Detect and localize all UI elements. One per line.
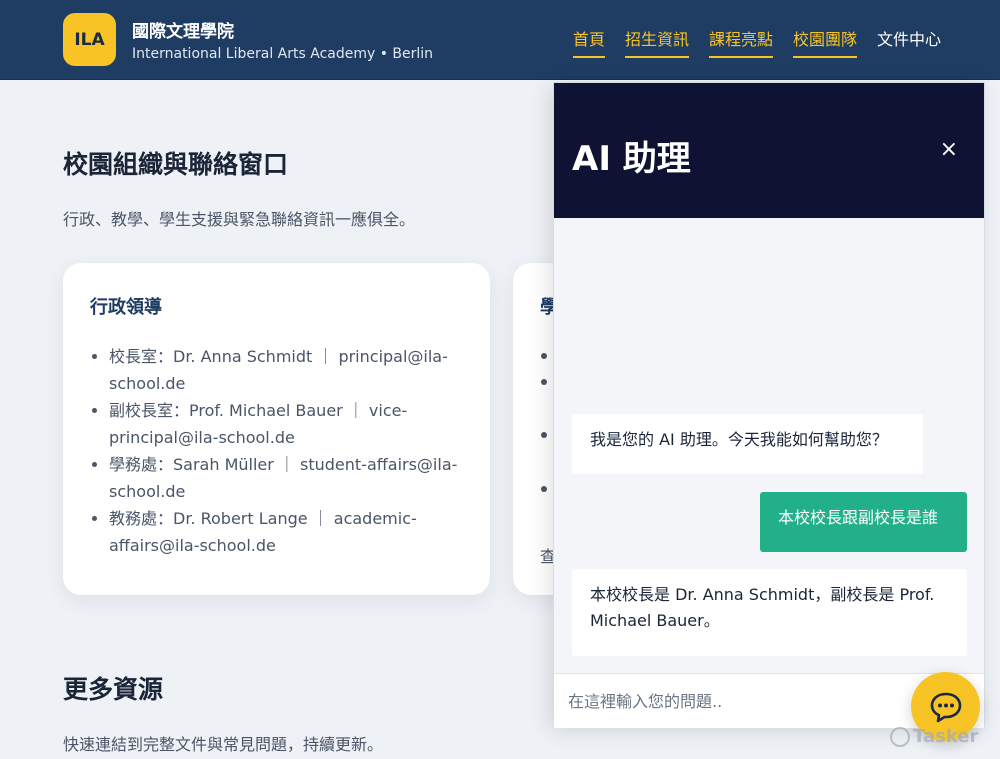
- chat-header: AI 助理 ×: [554, 83, 984, 218]
- contact-list: 校長室：Dr. Anna Schmidt ｜ principal@ila-sch…: [109, 343, 469, 559]
- bullet: [541, 379, 547, 385]
- resources-title: 更多資源: [63, 675, 164, 704]
- chat-title: AI 助理: [572, 139, 691, 179]
- list-item: 校長室：Dr. Anna Schmidt ｜ principal@ila-sch…: [109, 343, 469, 397]
- logo[interactable]: ILA: [63, 13, 116, 66]
- site-title: 國際文理學院: [132, 22, 234, 42]
- watermark-text: Tasker: [913, 726, 979, 747]
- close-icon[interactable]: ×: [940, 139, 958, 161]
- watermark: Tasker: [890, 726, 978, 747]
- list-item: 副校長室：Prof. Michael Bauer ｜ vice-principa…: [109, 397, 469, 451]
- chat-bubble-icon: [930, 692, 961, 722]
- site-subtitle: International Liberal Arts Academy • Ber…: [132, 46, 434, 62]
- ai-assistant-panel: AI 助理 × 我是您的 AI 助理。今天我能如何幫助您？ 本校校長跟副校長是誰…: [553, 82, 985, 729]
- list-item: 教務處：Dr. Robert Lange ｜ academic-affairs@…: [109, 505, 469, 559]
- section-title: 校園組織與聯絡窗口: [63, 150, 289, 179]
- nav-courses[interactable]: 課程亮點: [708, 26, 773, 58]
- card-title: 行政領導: [90, 297, 162, 318]
- nav-documents[interactable]: 文件中心: [877, 26, 941, 58]
- bot-message: 我是您的 AI 助理。今天我能如何幫助您？: [572, 414, 923, 474]
- watermark-logo-icon: [890, 726, 910, 747]
- nav-home[interactable]: 首頁: [572, 26, 605, 58]
- user-message: 本校校長跟副校長是誰: [760, 492, 967, 552]
- section-description: 行政、教學、學生支援與緊急聯絡資訊一應俱全。: [63, 210, 416, 229]
- list-item: 學務處：Sarah Müller ｜ student-affairs@ila-s…: [109, 451, 469, 505]
- admin-leadership-card: 行政領導 校長室：Dr. Anna Schmidt ｜ principal@il…: [63, 263, 490, 595]
- bullet: [541, 353, 547, 359]
- bot-message: 本校校長是 Dr. Anna Schmidt，副校長是 Prof. Michae…: [572, 569, 967, 656]
- nav-admissions[interactable]: 招生資訊: [624, 26, 689, 58]
- site-header: ILA 國際文理學院 International Liberal Arts Ac…: [0, 0, 1000, 80]
- main-nav: 首頁 招生資訊 課程亮點 校園團隊 文件中心: [572, 26, 941, 58]
- resources-description: 快速連結到完整文件與常見問題，持續更新。: [63, 735, 384, 754]
- nav-team[interactable]: 校園團隊: [792, 26, 857, 58]
- bullet: [541, 486, 547, 492]
- bullet: [541, 432, 547, 438]
